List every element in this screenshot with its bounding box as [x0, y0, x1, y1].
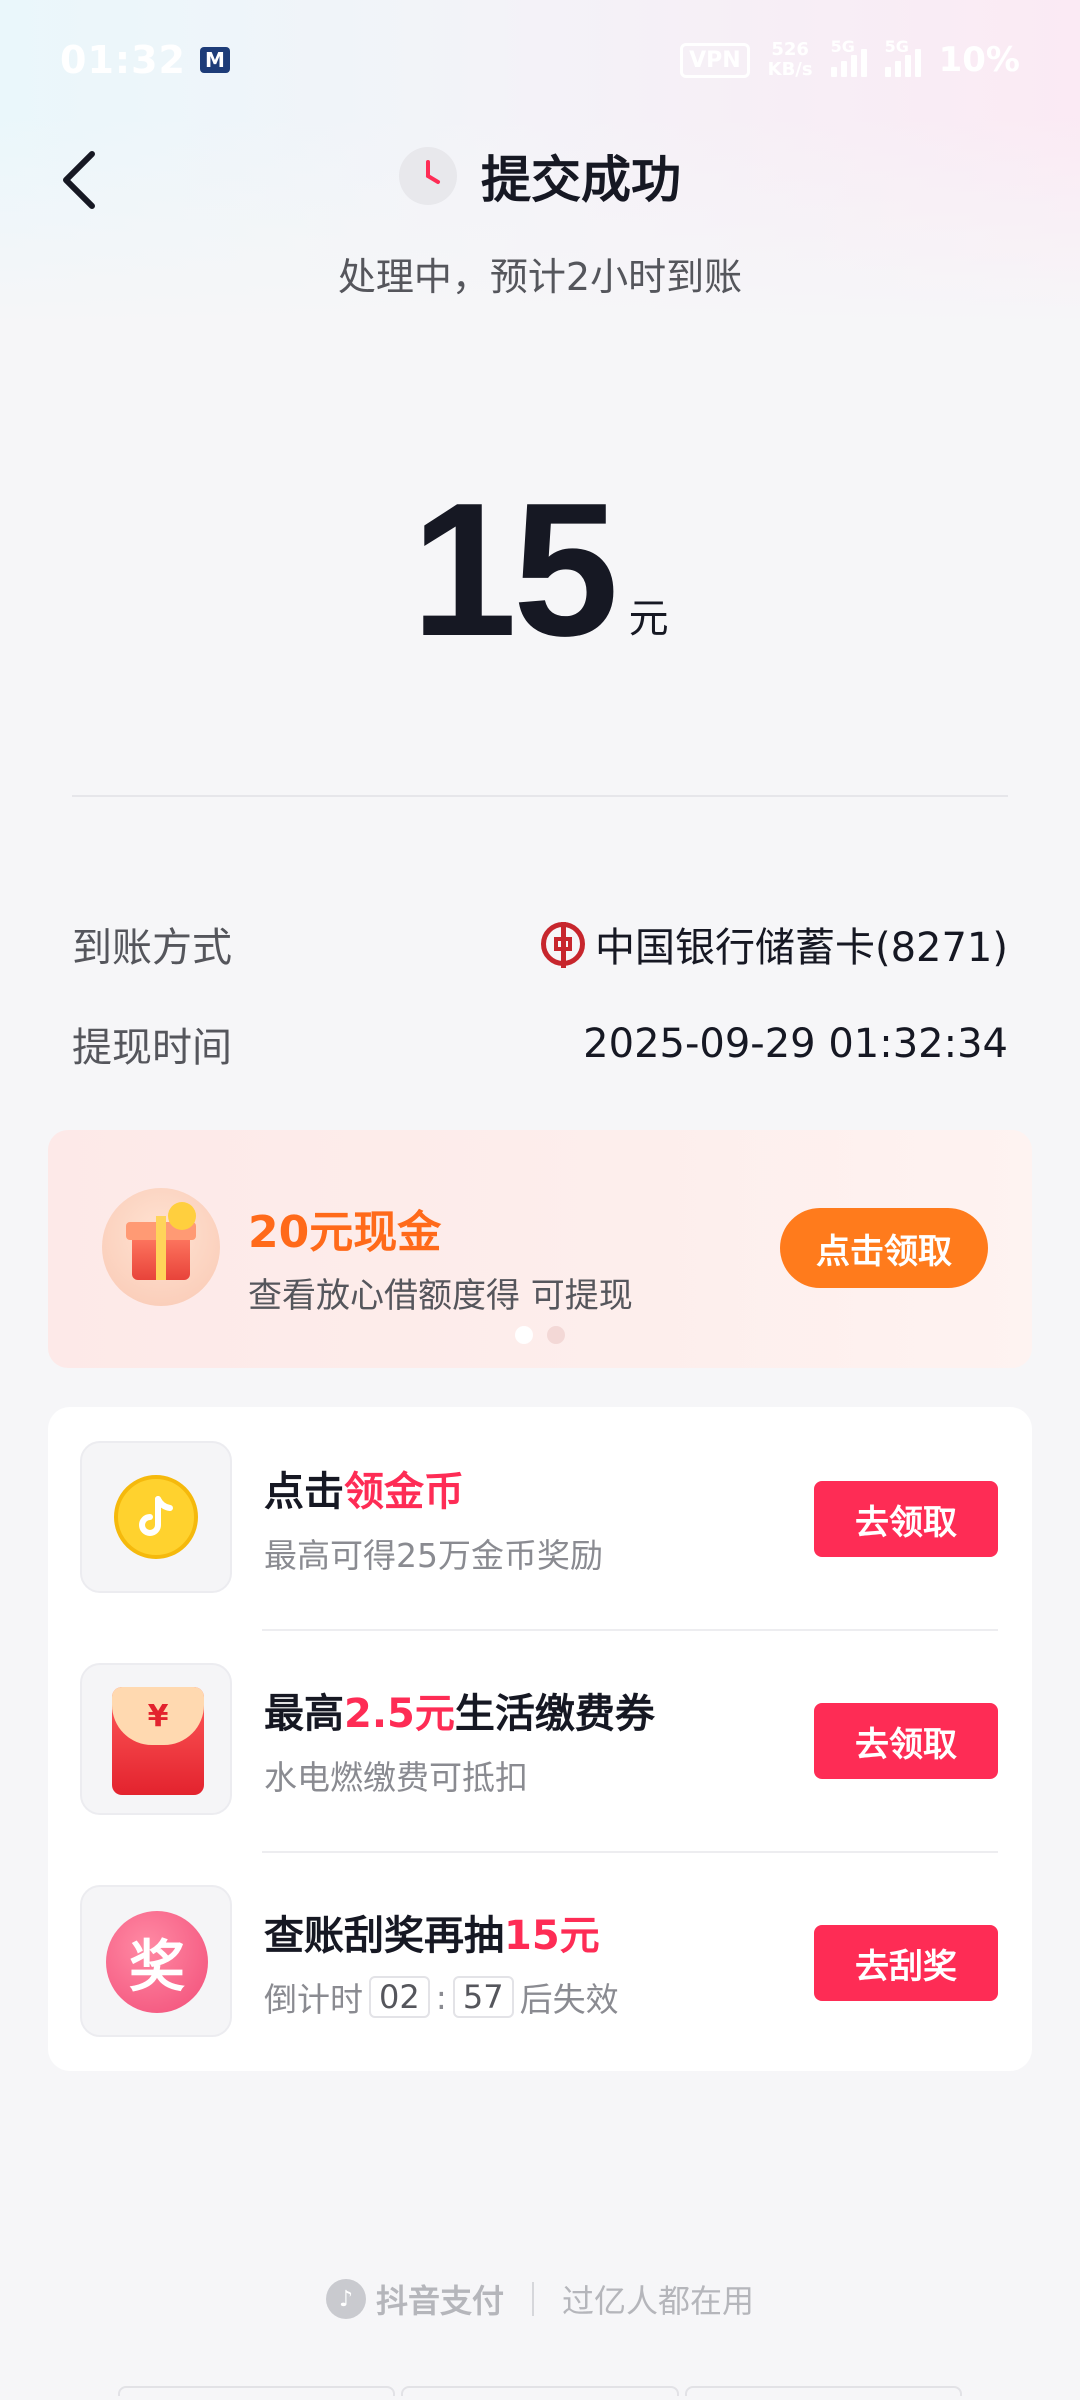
net-speed-value: 526: [771, 39, 809, 60]
time-label: 提现时间: [72, 1025, 232, 1071]
amount-unit: 元: [628, 596, 669, 642]
task-row-scratch: 奖 查账刮奖再抽15元 倒计时 02 : 57 后失效 去刮奖: [48, 1851, 1032, 2051]
task-row-voucher: ¥ 最高2.5元生活缴费券 水电燃缴费可抵扣 去领取: [48, 1629, 1032, 1829]
page-subtitle: 处理中，预计2小时到账: [337, 255, 743, 299]
task-title-prefix: 查账刮奖再抽: [264, 1913, 504, 1959]
status-bar: 01:32 M VPN 526 KB/s 5G 5G 10%: [0, 0, 1080, 120]
task-title: 查账刮奖再抽15元: [264, 1903, 600, 1961]
task-title: 点击领金币: [264, 1459, 464, 1517]
task-row-coins: 点击领金币 最高可得25万金币奖励 去领取: [48, 1407, 1032, 1607]
carousel-indicator: [48, 1326, 1032, 1344]
time-value: 2025-09-29 01:32:34: [583, 1021, 1008, 1067]
bank-of-china-icon: [540, 922, 585, 968]
bottom-tab-edges: [118, 2386, 962, 2396]
claim-coins-button[interactable]: 去领取: [814, 1481, 998, 1557]
countdown-text: 倒计时 02 : 57 后失效: [264, 1973, 619, 2021]
method-value: 中国银行储蓄卡(8271): [594, 925, 1008, 971]
scratch-prize-button[interactable]: 去刮奖: [814, 1925, 998, 2001]
promo-description: 查看放心借额度得 可提现: [248, 1276, 633, 1316]
detail-row-method: 到账方式 中国银行储蓄卡(8271): [72, 915, 1008, 973]
task-icon-box: ¥: [80, 1663, 232, 1815]
detail-row-time: 提现时间 2025-09-29 01:32:34: [72, 1015, 1008, 1073]
task-title-highlight: 领金币: [344, 1469, 464, 1515]
promo-title: 20元现金: [248, 1207, 442, 1258]
douyin-pay-logo-icon: ♪: [325, 2279, 366, 2319]
task-title-highlight: 15元: [504, 1913, 600, 1959]
vpn-icon: VPN: [680, 42, 750, 78]
task-icon-box: [80, 1441, 232, 1593]
tiktok-coin-icon: [114, 1475, 198, 1559]
carousel-dot: [547, 1326, 565, 1344]
clock-icon: [399, 147, 457, 205]
countdown-minutes: 02: [369, 1976, 430, 2018]
task-title-prefix: 最高: [264, 1691, 344, 1737]
title-row: 提交成功: [0, 140, 1080, 212]
task-icon-box: 奖: [80, 1885, 232, 2037]
page-title: 提交成功: [481, 151, 681, 209]
status-indicators: VPN 526 KB/s 5G 5G 10%: [680, 37, 1020, 80]
status-time: 01:32: [60, 38, 186, 82]
task-title-prefix: 点击: [264, 1469, 344, 1515]
countdown-prefix: 倒计时: [264, 1980, 363, 2019]
task-description: 水电燃缴费可抵扣: [264, 1758, 528, 1797]
divider: [72, 795, 1008, 797]
signal-icon-2: 5G: [884, 37, 921, 77]
task-list-card: 点击领金币 最高可得25万金币奖励 去领取 ¥ 最高2.5元生活缴费券 水电燃缴…: [48, 1407, 1032, 2071]
footer-separator: [532, 2282, 534, 2316]
net-speed-unit: KB/s: [767, 59, 813, 80]
task-title-suffix: 生活缴费券: [454, 1691, 655, 1737]
countdown-separator: :: [435, 1977, 447, 2017]
red-packet-icon: ¥: [112, 1687, 204, 1795]
network-speed: 526 KB/s: [768, 40, 813, 80]
claim-voucher-button[interactable]: 去领取: [814, 1703, 998, 1779]
footer-slogan: 过亿人都在用: [562, 2282, 755, 2320]
network-type-1: 5G: [830, 37, 855, 56]
footer: ♪ 抖音支付 过亿人都在用: [0, 2276, 1080, 2322]
footer-brand: 抖音支付: [375, 2282, 504, 2320]
task-title-highlight: 2.5元: [344, 1691, 455, 1737]
gmail-notification-icon: M: [199, 47, 230, 73]
claim-cash-button[interactable]: 点击领取: [780, 1208, 988, 1288]
battery-level: 10%: [938, 40, 1020, 80]
amount-value: 15: [411, 464, 618, 676]
task-description: 最高可得25万金币奖励: [264, 1536, 603, 1575]
method-label: 到账方式: [72, 925, 232, 971]
withdraw-amount: 15 元: [0, 464, 1080, 676]
countdown-suffix: 后失效: [519, 1980, 619, 2019]
method-value-container: 中国银行储蓄卡(8271): [540, 915, 1008, 973]
task-title: 最高2.5元生活缴费券: [264, 1681, 655, 1739]
gift-box-icon: [102, 1188, 220, 1306]
signal-icon: 5G: [830, 37, 867, 77]
countdown-seconds: 57: [452, 1976, 514, 2018]
network-type-2: 5G: [884, 37, 909, 56]
carousel-dot-active: [515, 1326, 533, 1344]
prize-icon: 奖: [106, 1911, 208, 2013]
promo-banner[interactable]: 20元现金 查看放心借额度得 可提现 点击领取: [48, 1130, 1032, 1368]
